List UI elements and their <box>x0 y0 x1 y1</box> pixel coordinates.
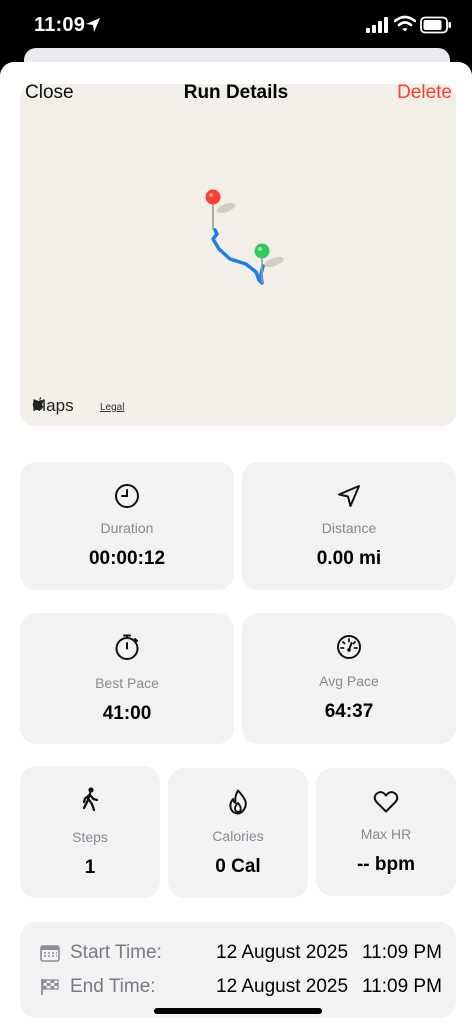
distance-label: Distance <box>321 520 377 536</box>
time-summary-card: Start Time: 12 August 2025 11:09 PM End … <box>20 922 456 1018</box>
location-arrow-icon <box>338 485 360 507</box>
max-hr-card: Max HR -- bpm <box>316 768 456 896</box>
checkered-flag-icon <box>41 979 59 995</box>
walking-icon <box>82 787 99 812</box>
route-map[interactable]: Maps Legal <box>20 84 456 426</box>
wifi-icon <box>394 15 416 32</box>
apple-logo-icon <box>32 397 44 411</box>
duration-value: 00:00:12 <box>88 548 166 569</box>
cellular-signal-icon <box>366 17 388 33</box>
home-indicator[interactable] <box>154 1008 322 1014</box>
max-hr-label: Max HR <box>360 826 412 842</box>
run-details-sheet: Maps Legal Close Run Details Delete Dura… <box>0 62 472 1024</box>
max-hr-value: -- bpm <box>356 854 416 875</box>
duration-label: Duration <box>100 520 154 536</box>
best-pace-card: Best Pace 41:00 <box>20 613 234 744</box>
delete-button[interactable]: Delete <box>397 82 452 104</box>
calendar-icon <box>40 945 60 962</box>
avg-pace-card: Avg Pace 64:37 <box>242 613 456 744</box>
calories-label: Calories <box>212 828 264 844</box>
start-pin-icon <box>254 243 270 259</box>
duration-card: Duration 00:00:12 <box>20 462 234 590</box>
pin-highlight <box>209 193 213 197</box>
calories-card: Calories 0 Cal <box>168 768 308 898</box>
end-time-value: 11:09 PM <box>362 976 442 997</box>
end-time-row: End Time: 12 August 2025 11:09 PM <box>20 972 456 1002</box>
distance-value: 0.00 mi <box>316 548 382 569</box>
legal-link[interactable]: Legal <box>100 402 124 413</box>
steps-card: Steps 1 <box>20 766 160 898</box>
route-map-canvas <box>205 189 284 285</box>
clock-icon <box>115 484 139 508</box>
flame-icon <box>229 789 247 815</box>
status-bar: 11:09 <box>0 0 472 52</box>
avg-pace-value: 64:37 <box>324 701 374 722</box>
pin-shadow <box>216 202 236 214</box>
calories-value: 0 Cal <box>215 856 261 877</box>
end-time-date: 12 August 2025 <box>216 976 349 997</box>
best-pace-label: Best Pace <box>95 675 159 691</box>
start-time-label: Start Time: <box>70 942 162 963</box>
avg-pace-label: Avg Pace <box>319 673 379 689</box>
pin-highlight <box>258 247 262 251</box>
location-services-icon <box>86 18 100 32</box>
end-pin-icon <box>205 189 221 205</box>
start-time-row: Start Time: 12 August 2025 11:09 PM <box>20 938 456 968</box>
steps-value: 1 <box>84 857 96 878</box>
heart-icon <box>373 791 399 813</box>
best-pace-value: 41:00 <box>102 703 152 724</box>
start-time-value: 11:09 PM <box>362 942 442 963</box>
gauge-icon <box>337 635 361 659</box>
end-time-label: End Time: <box>70 976 156 997</box>
route-line <box>211 228 265 285</box>
steps-label: Steps <box>72 829 108 845</box>
start-time-date: 12 August 2025 <box>216 942 349 963</box>
stopwatch-icon <box>115 634 139 660</box>
status-time: 11:09 <box>34 14 86 36</box>
battery-icon <box>420 16 451 34</box>
apple-maps-logo: Maps <box>32 396 74 416</box>
distance-card: Distance 0.00 mi <box>242 462 456 590</box>
